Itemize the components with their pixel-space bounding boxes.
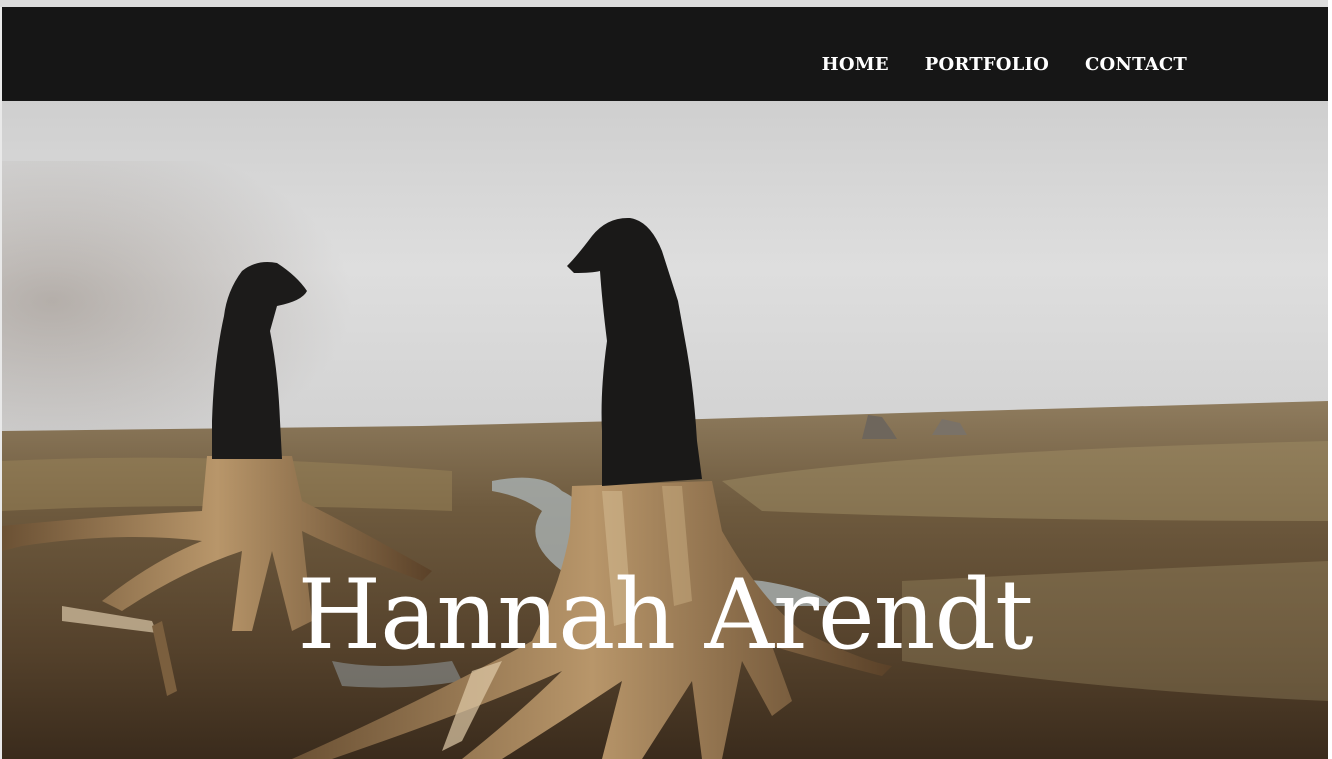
nav-menu: HOME PORTFOLIO CONTACT xyxy=(822,54,1187,76)
page-edge xyxy=(1328,0,1332,759)
navbar: HOME PORTFOLIO CONTACT xyxy=(2,7,1328,101)
hero-title: Hannah Arendt xyxy=(297,559,1033,672)
nav-contact-link[interactable]: CONTACT xyxy=(1085,54,1187,76)
hero-section: Hannah Arendt xyxy=(2,101,1328,759)
nav-home-link[interactable]: HOME xyxy=(822,54,889,76)
page: HOME PORTFOLIO CONTACT Hannah Arendt xyxy=(0,0,1332,759)
top-strip xyxy=(0,0,1332,7)
nav-portfolio-link[interactable]: PORTFOLIO xyxy=(925,54,1049,76)
